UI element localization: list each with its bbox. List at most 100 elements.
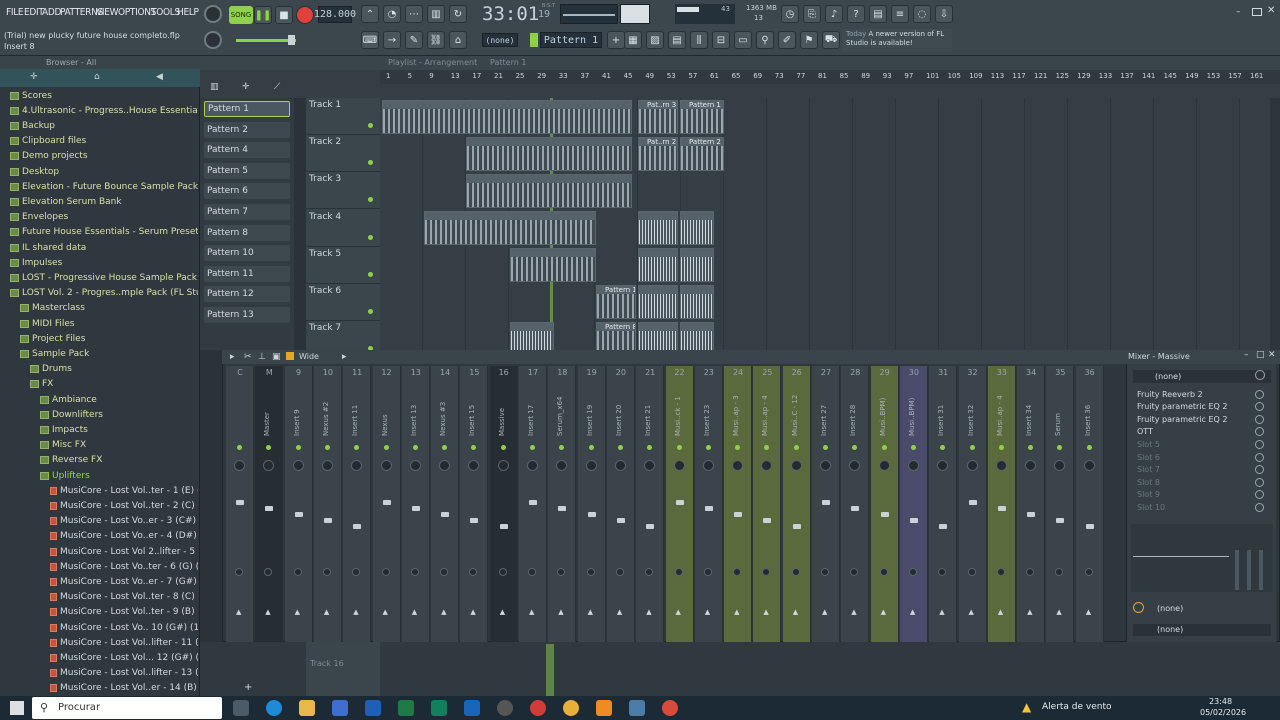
slot-mix-icon[interactable] xyxy=(1255,465,1264,475)
mixer-channel[interactable]: 24 Musi..ap - 3 ▲ xyxy=(724,366,753,642)
pan-knob[interactable] xyxy=(937,460,949,471)
browser-folder[interactable]: Elevation Serum Bank xyxy=(0,194,198,209)
mixer-channel[interactable]: 34 Insert 34 ▲ xyxy=(1017,366,1046,642)
mixer-channel[interactable]: 18 Serum_x64 ▲ xyxy=(548,366,577,642)
send-knob[interactable] xyxy=(645,568,654,576)
paint-icon[interactable]: ✎ xyxy=(405,31,423,49)
volume-fader[interactable] xyxy=(411,506,420,511)
send-knob[interactable] xyxy=(410,568,419,576)
browser-file[interactable]: MusiCore - Lost Vo..er - 7 (G#) (128 BPM… xyxy=(0,574,198,589)
menu-view[interactable]: VIEW xyxy=(96,7,118,18)
piano-roll-icon[interactable]: ▤ xyxy=(668,31,686,49)
slot-mix-icon[interactable] xyxy=(1255,502,1264,512)
link-tool-icon[interactable]: ⛓ xyxy=(427,31,445,49)
channel-enable-led[interactable] xyxy=(442,445,448,450)
pan-knob[interactable] xyxy=(761,460,773,471)
channel-enable-led[interactable] xyxy=(412,445,418,450)
send-knob[interactable] xyxy=(352,568,361,576)
playlist-scrollbar[interactable] xyxy=(1270,98,1280,350)
pan-knob[interactable] xyxy=(380,460,392,471)
browser-folder[interactable]: Misc FX xyxy=(0,438,198,453)
volume-fader[interactable] xyxy=(294,512,303,517)
volume-fader[interactable] xyxy=(646,524,655,529)
effect-slot[interactable]: OTT xyxy=(1137,426,1267,438)
volume-fader[interactable] xyxy=(851,506,860,511)
mixer-icon[interactable]: ≡ xyxy=(891,5,909,23)
master-volume-handle[interactable] xyxy=(288,35,295,45)
browser-speaker-icon[interactable]: ◀ xyxy=(156,72,163,82)
channel-enable-led[interactable] xyxy=(588,445,594,450)
route-arrow-icon[interactable]: ▲ xyxy=(236,608,241,616)
app-icon-circle[interactable] xyxy=(662,700,678,716)
channel-enable-led[interactable] xyxy=(471,445,477,450)
mixer-channel[interactable]: 35 Serum ▲ xyxy=(1046,366,1075,642)
pattern-item[interactable]: Pattern 2 xyxy=(204,121,290,138)
mixer-channel[interactable]: 22 Musi..ck - 1 ▲ xyxy=(665,366,694,642)
channel-enable-led[interactable] xyxy=(852,445,858,450)
browser-folder[interactable]: Future House Essentials - Serum Presets xyxy=(0,225,198,240)
pan-knob[interactable] xyxy=(585,460,597,471)
channel-enable-led[interactable] xyxy=(969,445,975,450)
volume-fader[interactable] xyxy=(558,506,567,511)
browser-star-icon[interactable]: ✛ xyxy=(30,72,38,82)
volume-fader[interactable] xyxy=(997,506,1006,511)
browser-folder[interactable]: IL shared data xyxy=(0,240,198,255)
route-arrow-icon[interactable]: ▲ xyxy=(881,608,886,616)
playlist-snap-icon[interactable]: ✛ xyxy=(242,82,250,92)
pan-knob[interactable] xyxy=(732,460,744,471)
volume-fader[interactable] xyxy=(734,512,743,517)
loop-record-icon[interactable]: ↻ xyxy=(449,5,467,23)
channel-enable-led[interactable] xyxy=(881,445,887,450)
channel-enable-led[interactable] xyxy=(324,445,330,450)
browser-folder[interactable]: Drums xyxy=(0,362,198,377)
route-arrow-icon[interactable]: ▲ xyxy=(265,608,270,616)
channel-enable-led[interactable] xyxy=(735,445,741,450)
main-volume-knob[interactable] xyxy=(204,5,222,23)
browser-folder[interactable]: Scores xyxy=(0,88,198,103)
step-edit-icon[interactable]: ▥ xyxy=(427,5,445,23)
clip-track6-a[interactable]: Pattern 1 xyxy=(596,285,636,319)
channel-enable-led[interactable] xyxy=(705,445,711,450)
pan-knob[interactable] xyxy=(1025,460,1037,471)
track-mute-led[interactable] xyxy=(368,271,373,277)
pan-knob[interactable] xyxy=(527,460,538,471)
volume-fader[interactable] xyxy=(1085,524,1094,529)
pan-knob[interactable] xyxy=(614,460,626,471)
outlook-icon[interactable] xyxy=(464,700,480,716)
track-header[interactable]: Track 4 xyxy=(306,210,380,247)
menu-edit[interactable]: EDIT xyxy=(24,7,44,18)
step-seq-icon[interactable]: ▨ xyxy=(646,31,664,49)
mixer-channel[interactable]: 29 Musi..BPM) ▲ xyxy=(870,366,899,642)
fl-studio-icon[interactable] xyxy=(596,700,612,716)
effect-slot[interactable]: Slot 8 xyxy=(1137,476,1267,488)
clip-track2-b[interactable]: Pat..rn 2 xyxy=(638,137,678,171)
clip-track1-b[interactable]: Pat..rn 3 xyxy=(638,100,678,134)
song-mode-button[interactable]: SONG xyxy=(229,6,253,24)
clip-track5-c[interactable] xyxy=(680,248,714,282)
route-arrow-icon[interactable]: ▲ xyxy=(734,608,739,616)
send-knob[interactable] xyxy=(938,568,947,576)
clip-track5-a[interactable] xyxy=(510,248,596,282)
volume-fader[interactable] xyxy=(763,518,772,523)
clip-track2-a[interactable] xyxy=(466,137,632,171)
send-knob[interactable] xyxy=(469,568,478,576)
pan-knob[interactable] xyxy=(907,460,919,471)
volume-fader[interactable] xyxy=(529,500,537,505)
task-view-icon[interactable] xyxy=(233,700,249,716)
volume-fader[interactable] xyxy=(323,518,332,523)
mixer-disk-icon[interactable]: ▣ xyxy=(272,352,281,362)
channel-enable-led[interactable] xyxy=(237,445,242,450)
send-knob[interactable] xyxy=(1084,568,1093,576)
mixer-channel[interactable]: 33 Musi..ap - 4 ▲ xyxy=(987,366,1016,642)
mixer-channel[interactable]: 36 Insert 36 ▲ xyxy=(1075,366,1104,642)
pan-knob[interactable] xyxy=(1054,460,1066,471)
route-arrow-icon[interactable]: ▲ xyxy=(295,608,300,616)
send-knob[interactable] xyxy=(733,568,742,576)
channel-enable-led[interactable] xyxy=(764,445,770,450)
mixer-tools-icon[interactable]: ✂ xyxy=(244,352,252,362)
route-arrow-icon[interactable]: ▲ xyxy=(1056,608,1061,616)
send-knob[interactable] xyxy=(322,568,331,576)
cpu-graph-icon[interactable]: ◷ xyxy=(781,5,799,23)
eq-band-slider[interactable] xyxy=(1247,550,1251,590)
browser-file[interactable]: MusiCore - Lost Vol..er - 14 (B) (128 BP… xyxy=(0,681,198,696)
